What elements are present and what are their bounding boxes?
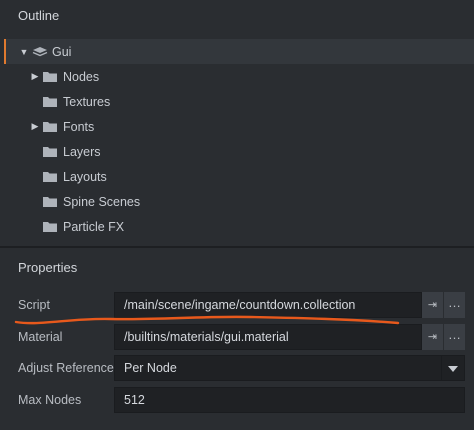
tree-item-textures[interactable]: ▶ Textures: [4, 89, 474, 114]
max-nodes-row: Max Nodes 512: [0, 387, 474, 413]
chevron-down-icon[interactable]: [442, 355, 465, 381]
material-label: Material: [18, 330, 63, 344]
tree-item-layers[interactable]: ▶ Layers: [4, 139, 474, 164]
properties-title: Properties: [18, 260, 78, 275]
adjust-reference-select[interactable]: Per Node: [114, 355, 442, 381]
folder-icon: [43, 121, 57, 132]
folder-icon: [43, 146, 57, 157]
material-row: Material /builtins/materials/gui.materia…: [0, 324, 474, 350]
properties-panel: Properties Script /main/scene/ingame/cou…: [0, 248, 474, 430]
tree-item-label: Layers: [63, 144, 101, 159]
max-nodes-label: Max Nodes: [18, 393, 82, 407]
adjust-reference-label: Adjust Reference: [18, 361, 114, 375]
script-field[interactable]: /main/scene/ingame/countdown.collection: [114, 292, 422, 318]
browse-button[interactable]: …: [444, 324, 465, 350]
expand-right-icon[interactable]: ▶: [29, 121, 41, 133]
script-label: Script: [18, 298, 50, 312]
expand-down-icon[interactable]: ▼: [18, 46, 30, 58]
gui-icon: [32, 46, 48, 58]
tree-item-label: Nodes: [63, 69, 100, 84]
tree-item-nodes[interactable]: ▶ Nodes: [4, 64, 474, 89]
tree-item-layouts[interactable]: ▶ Layouts: [4, 164, 474, 189]
expand-right-icon[interactable]: ▶: [29, 71, 41, 83]
tree-item-label: Textures: [63, 94, 111, 109]
tree-item-particle-fx[interactable]: ▶ Particle FX: [4, 214, 474, 239]
tree-item-label: Layouts: [63, 169, 107, 184]
outline-tree: ▼ Gui ▶ Nodes ▶ Textures ▶: [4, 39, 474, 239]
folder-icon: [43, 171, 57, 182]
tree-item-label: Spine Scenes: [63, 194, 141, 209]
max-nodes-field[interactable]: 512: [114, 387, 465, 413]
outline-title: Outline: [18, 8, 60, 23]
tree-item-spine-scenes[interactable]: ▶ Spine Scenes: [4, 189, 474, 214]
outline-panel: Outline ▼ Gui ▶ Nodes ▶ Textures: [0, 0, 474, 246]
goto-resource-button[interactable]: ⇥: [422, 292, 443, 318]
folder-icon: [43, 221, 57, 232]
folder-icon: [43, 71, 57, 82]
browse-button[interactable]: …: [444, 292, 465, 318]
tree-item-label: Particle FX: [63, 219, 125, 234]
script-row: Script /main/scene/ingame/countdown.coll…: [0, 292, 474, 318]
tree-item-gui[interactable]: ▼ Gui: [4, 39, 474, 64]
folder-icon: [43, 196, 57, 207]
material-field[interactable]: /builtins/materials/gui.material: [114, 324, 422, 350]
adjust-reference-row: Adjust Reference Per Node: [0, 355, 474, 381]
goto-resource-button[interactable]: ⇥: [422, 324, 443, 350]
tree-item-label: Gui: [52, 44, 72, 59]
tree-item-label: Fonts: [63, 119, 95, 134]
folder-icon: [43, 96, 57, 107]
tree-item-fonts[interactable]: ▶ Fonts: [4, 114, 474, 139]
